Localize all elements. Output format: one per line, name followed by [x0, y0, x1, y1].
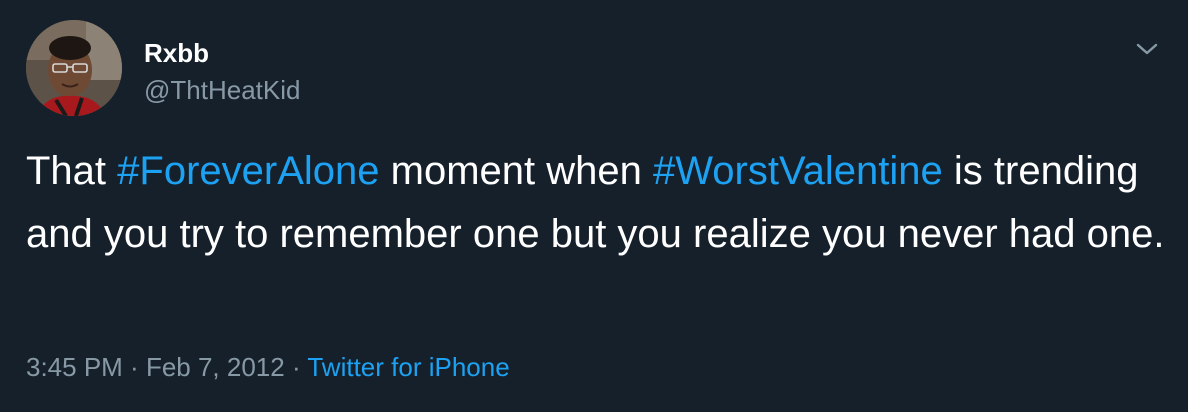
- hashtag-link-worst-valentine[interactable]: #WorstValentine: [653, 149, 943, 193]
- meta-separator: ·: [284, 352, 308, 382]
- tweet-time[interactable]: 3:45 PM: [26, 352, 123, 382]
- tweet-source-link[interactable]: Twitter for iPhone: [307, 352, 509, 382]
- hashtag-link-forever-alone[interactable]: #ForeverAlone: [117, 149, 379, 193]
- user-handle[interactable]: @ThtHeatKid: [144, 75, 300, 105]
- tweet-date[interactable]: Feb 7, 2012: [146, 352, 285, 382]
- meta-separator: ·: [122, 352, 146, 382]
- tweet-text: That #ForeverAlone moment when #WorstVal…: [26, 140, 1166, 266]
- display-name[interactable]: Rxbb: [144, 38, 209, 68]
- chevron-down-icon[interactable]: [1134, 36, 1160, 62]
- tweet-card: Rxbb @ThtHeatKid That #ForeverAlone mome…: [0, 0, 1188, 412]
- avatar[interactable]: [26, 20, 122, 116]
- tweet-text-segment: That: [26, 149, 118, 193]
- tweet-text-segment: moment when: [379, 149, 653, 193]
- avatar-image: [26, 20, 122, 116]
- tweet-metadata: 3:45 PM · Feb 7, 2012 · Twitter for iPho…: [26, 350, 510, 384]
